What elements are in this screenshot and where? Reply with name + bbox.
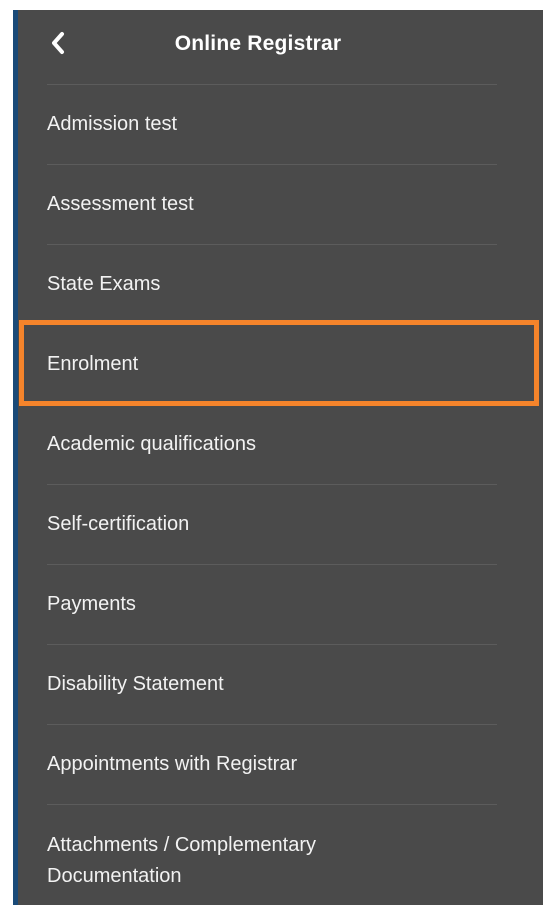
menu-item-label: Payments xyxy=(47,593,136,615)
menu-title: Online Registrar xyxy=(174,32,342,55)
menu-item-label: Self-certification xyxy=(47,513,190,535)
menu-item-label: Attachments / Complementary Documentatio… xyxy=(47,834,316,887)
menu-item-label: Admission test xyxy=(47,113,178,135)
menu-item-assessment-test[interactable]: Assessment test xyxy=(18,164,543,244)
menu-item-academic-qualifications[interactable]: Academic qualifications xyxy=(18,404,543,484)
menu-item-label: Appointments with Registrar xyxy=(47,753,298,775)
menu-divider xyxy=(47,324,497,325)
menu-divider xyxy=(47,484,497,485)
online-registrar-menu-panel: Online Registrar Admission test Assessme… xyxy=(13,10,543,905)
menu-item-payments[interactable]: Payments xyxy=(18,564,543,644)
menu-item-admission-test[interactable]: Admission test xyxy=(18,84,543,164)
menu-divider xyxy=(47,564,497,565)
menu-divider xyxy=(47,164,497,165)
menu-divider xyxy=(47,724,497,725)
menu-item-label: Disability Statement xyxy=(47,673,224,695)
menu-item-label: Assessment test xyxy=(47,193,194,215)
menu-item-enrolment[interactable]: Enrolment xyxy=(18,324,543,404)
registrar-menu-list: Admission test Assessment test State Exa… xyxy=(18,84,543,896)
menu-divider xyxy=(47,644,497,645)
menu-item-self-certification[interactable]: Self-certification xyxy=(18,484,543,564)
menu-item-label: Enrolment xyxy=(47,353,139,375)
menu-item-appointments-with-registrar[interactable]: Appointments with Registrar xyxy=(18,724,543,804)
menu-item-label: Academic qualifications xyxy=(47,433,256,455)
menu-header: Online Registrar xyxy=(18,10,543,82)
menu-divider xyxy=(47,404,497,405)
menu-item-disability-statement[interactable]: Disability Statement xyxy=(18,644,543,724)
menu-divider xyxy=(47,244,497,245)
menu-item-label: State Exams xyxy=(47,273,161,295)
menu-item-state-exams[interactable]: State Exams xyxy=(18,244,543,324)
menu-divider xyxy=(47,804,497,805)
menu-divider xyxy=(47,84,497,85)
menu-item-attachments[interactable]: Attachments / Complementary Documentatio… xyxy=(18,804,543,896)
